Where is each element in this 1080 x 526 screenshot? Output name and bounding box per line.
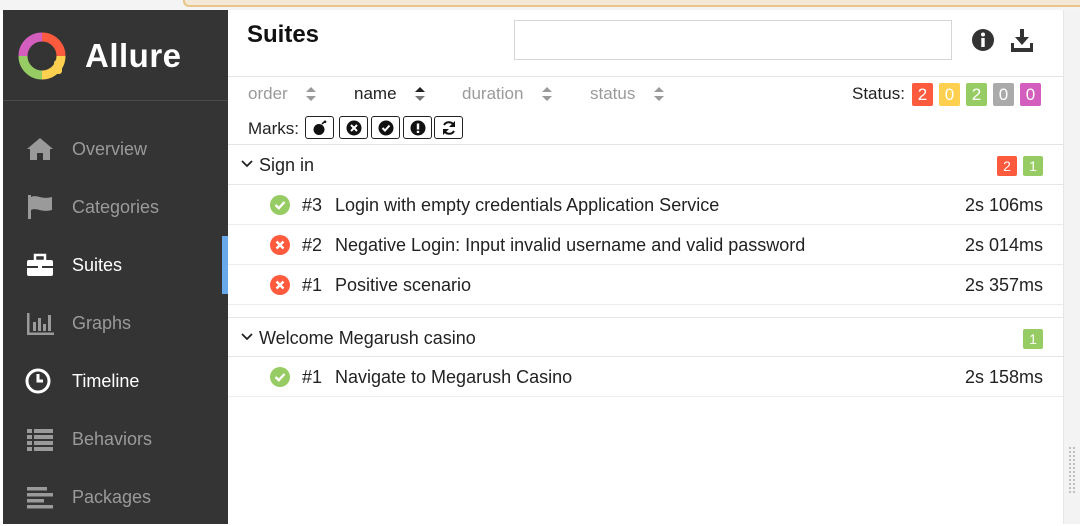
search-input[interactable] xyxy=(514,20,952,60)
x-circle-icon xyxy=(346,120,362,136)
pane-splitter[interactable] xyxy=(1063,10,1080,524)
test-name: Login with empty credentials Application… xyxy=(335,195,720,215)
mark-flaky-button[interactable] xyxy=(305,116,334,139)
flag-icon xyxy=(28,195,52,219)
sort-duration[interactable]: duration xyxy=(462,84,552,104)
chevron-down-icon xyxy=(241,333,253,341)
briefcase-icon xyxy=(27,253,53,276)
test-name: Navigate to Megarush Casino xyxy=(335,367,573,387)
test-row[interactable]: #3 Login with empty credentials Applicat… xyxy=(228,185,1063,225)
mark-new-broken-button[interactable] xyxy=(403,116,432,139)
sort-status[interactable]: status xyxy=(590,84,664,104)
status-badge-failed[interactable]: 2 xyxy=(912,83,933,106)
test-number: #1 xyxy=(302,275,323,295)
suite-group-header[interactable]: Welcome Megarush casino 1 xyxy=(228,317,1063,357)
download-icon[interactable] xyxy=(1010,28,1034,52)
brand[interactable]: Allure xyxy=(3,10,228,101)
splitter-grip[interactable] xyxy=(1068,446,1076,494)
refresh-icon xyxy=(443,121,455,135)
failed-icon xyxy=(270,275,290,295)
test-number: #2 xyxy=(302,235,323,255)
sidebar: Allure Overview Categories Suites Graphs… xyxy=(3,10,228,524)
sidebar-item-categories[interactable]: Categories xyxy=(3,178,228,236)
page-title: Suites xyxy=(247,21,320,48)
sort-name[interactable]: name xyxy=(354,84,425,104)
sort-icon xyxy=(542,87,552,101)
list-icon xyxy=(27,429,53,451)
sort-and-filter-bar: order name duration status Status: 2 0 2… xyxy=(228,76,1063,145)
bomb-icon xyxy=(313,120,327,135)
sidebar-item-packages[interactable]: Packages xyxy=(3,468,228,526)
clock-icon xyxy=(25,368,51,394)
sort-order[interactable]: order xyxy=(248,84,316,104)
mark-new-failed-button[interactable] xyxy=(339,116,368,139)
suite-group-header[interactable]: Sign in 2 1 xyxy=(228,145,1063,185)
test-name: Negative Login: Input invalid username a… xyxy=(335,235,806,255)
info-icon[interactable] xyxy=(971,28,995,52)
suite-title: Welcome Megarush casino xyxy=(259,328,476,348)
test-duration: 2s 106ms xyxy=(964,195,1043,215)
sidebar-item-label: Graphs xyxy=(72,313,132,333)
status-label: Status: xyxy=(852,84,905,103)
count-badge-passed: 1 xyxy=(1023,156,1043,176)
sidebar-item-graphs[interactable]: Graphs xyxy=(3,294,228,352)
check-circle-icon xyxy=(378,120,394,136)
test-duration: 2s 014ms xyxy=(964,235,1043,255)
count-badge-passed: 1 xyxy=(1023,329,1043,349)
align-left-icon xyxy=(27,487,53,509)
top-bar xyxy=(183,0,1080,7)
sort-order-label: order xyxy=(248,84,288,103)
status-badge-passed[interactable]: 2 xyxy=(966,83,987,106)
sort-name-label: name xyxy=(354,84,397,103)
test-duration: 2s 357ms xyxy=(964,275,1043,295)
sort-asc-icon xyxy=(415,87,425,101)
suite-title: Sign in xyxy=(259,155,315,175)
sidebar-item-label: Categories xyxy=(72,197,160,217)
sort-duration-label: duration xyxy=(462,84,524,103)
sidebar-item-behaviors[interactable]: Behaviors xyxy=(3,410,228,468)
passed-icon xyxy=(270,367,290,387)
home-icon xyxy=(27,138,53,160)
sidebar-item-timeline[interactable]: Timeline xyxy=(3,352,228,410)
sort-status-label: status xyxy=(590,84,636,103)
status-badge-broken[interactable]: 0 xyxy=(939,83,960,106)
passed-icon xyxy=(270,195,290,215)
test-row[interactable]: #2 Negative Login: Input invalid usernam… xyxy=(228,225,1063,265)
test-row[interactable]: #1 Navigate to Megarush Casino 2s 158ms xyxy=(228,357,1063,397)
test-number: #3 xyxy=(302,195,323,215)
test-row[interactable]: #1 Positive scenario 2s 357ms xyxy=(228,265,1063,305)
mark-new-passed-button[interactable] xyxy=(371,116,400,139)
bar-chart-icon xyxy=(27,313,54,335)
sidebar-item-label: Behaviors xyxy=(72,429,153,449)
marks-label: Marks: xyxy=(248,119,299,138)
chevron-down-icon xyxy=(241,160,253,168)
failed-icon xyxy=(270,235,290,255)
test-duration: 2s 158ms xyxy=(964,367,1043,387)
sidebar-item-suites[interactable]: Suites xyxy=(3,236,228,294)
status-badge-unknown[interactable]: 0 xyxy=(1020,83,1041,106)
sidebar-item-label: Packages xyxy=(72,487,152,507)
sort-icon xyxy=(306,87,316,101)
sidebar-item-overview[interactable]: Overview xyxy=(3,120,228,178)
allure-logo-icon xyxy=(18,32,66,80)
exclamation-circle-icon xyxy=(410,120,426,136)
test-name: Positive scenario xyxy=(335,275,472,295)
sidebar-item-label: Suites xyxy=(72,255,123,275)
mark-retries-button[interactable] xyxy=(434,116,463,139)
sidebar-item-label: Timeline xyxy=(72,371,140,391)
count-badge-failed: 2 xyxy=(997,156,1017,176)
test-number: #1 xyxy=(302,367,323,387)
sort-icon xyxy=(654,87,664,101)
sidebar-item-label: Overview xyxy=(72,139,148,159)
browser-top-strip xyxy=(0,0,1080,10)
app-name: Allure xyxy=(85,37,182,74)
status-badge-skipped[interactable]: 0 xyxy=(993,83,1014,106)
main-panel: Suites order name duration status Status… xyxy=(228,10,1063,524)
